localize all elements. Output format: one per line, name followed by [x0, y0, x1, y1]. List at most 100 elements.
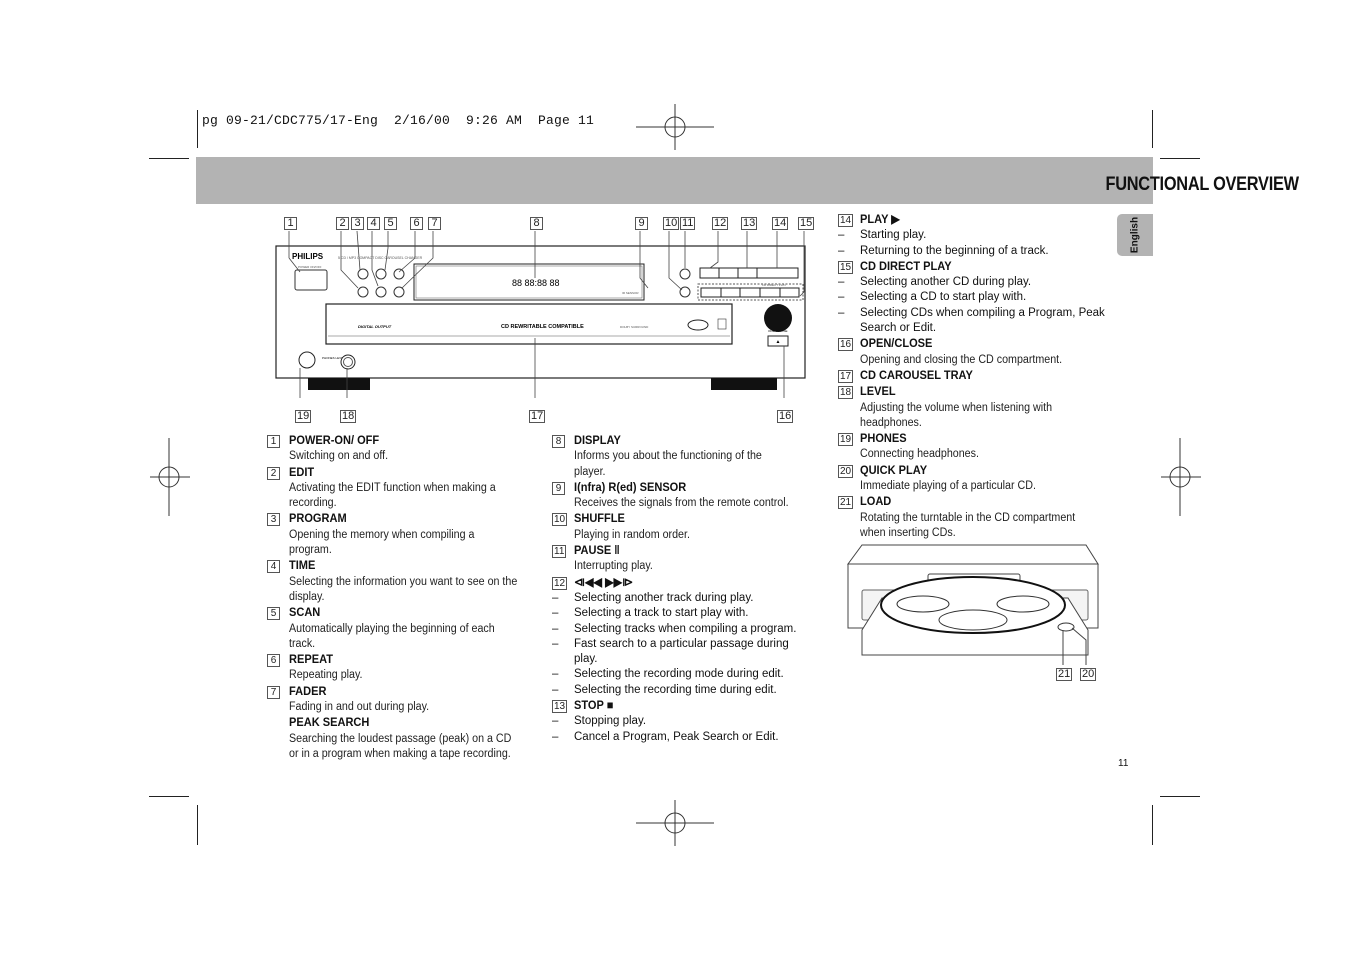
feature-number: 15 [838, 260, 854, 274]
feature-item: 15 CD DIRECT PLAY [838, 259, 1108, 275]
feature-title: PEAK SEARCH [289, 715, 370, 730]
feature-description: Repeating play. [289, 669, 363, 682]
feature-number: 10 [552, 513, 568, 527]
feature-title: CD CAROUSEL TRAY [860, 367, 973, 382]
registration-mark [150, 438, 190, 516]
power-button [294, 269, 328, 291]
feature-bullet: Selecting the recording time during edit… [552, 683, 812, 699]
feature-number: 11 [552, 545, 567, 559]
feature-title: PAUSE ‖ [574, 543, 620, 558]
device-foot-right [711, 378, 777, 390]
feature-title: I(nfra) R(ed) SENSOR [574, 479, 687, 494]
feature-description: Switching on and off. [289, 450, 389, 463]
feature-bullet: Selecting a CD to start play with. [838, 290, 1108, 306]
feature-number: 8 [552, 435, 565, 448]
description-column-1: 1 POWER-ON/ OFF Switching on and off. 2 EDIT… [267, 433, 535, 762]
pause-button [679, 268, 691, 280]
transport-buttons [699, 267, 799, 279]
feature-title: QUICK PLAY [860, 462, 928, 477]
feature-item: 6 REPEAT Repeating play. [267, 652, 535, 684]
feature-title: CD DIRECT PLAY [860, 258, 952, 273]
callout-number: 18 [340, 410, 357, 423]
feature-number: 19 [838, 433, 854, 447]
feature-title: PLAY ▶ [860, 212, 900, 226]
brand-logo: PHILIPS [292, 252, 324, 261]
ir-sensor-label: IR SENSOR [622, 291, 639, 295]
feature-title: SCAN [289, 605, 321, 620]
feature-item: 20 QUICK PLAY Immediate playing of a parti… [838, 463, 1108, 495]
feature-number: 20 [838, 464, 854, 478]
feature-item: 7 FADER Fading in and out during play. [267, 684, 535, 716]
feature-description: Connecting headphones. [860, 448, 979, 461]
disc-buttons [700, 287, 800, 298]
feature-title: DISPLAY [574, 433, 621, 447]
registration-mark [1161, 438, 1201, 516]
callout-number: 17 [529, 410, 546, 423]
logo-oval [687, 319, 709, 331]
feature-item: 21 LOAD Rotating the turntable in the CD c… [838, 494, 1108, 541]
unit-top [847, 544, 1099, 565]
feature-bullet: Returning to the beginning of a track. [838, 244, 1108, 260]
feature-number: 5 [267, 607, 280, 621]
feature-description: Interrupting play. [574, 560, 653, 573]
open-close-label: OPEN/CLOSE [768, 329, 788, 333]
feature-title: FADER [289, 683, 327, 698]
crop-mark [1160, 796, 1200, 797]
feature-bullet: Starting play. [838, 228, 1108, 244]
feature-item: 2 EDIT Activating the EDIT function when m… [267, 465, 535, 512]
feature-number: 16 [838, 338, 854, 352]
crop-mark [1160, 158, 1200, 159]
feature-number: 17 [838, 369, 854, 383]
feature-item: PEAK SEARCH Searching the loudest passage… [267, 715, 535, 762]
feature-item: 9 I(nfra) R(ed) SENSOR Receives the signal… [552, 480, 812, 512]
front-panel-diagram: PHILIPS 5 CD / MP3 COMPACT DISC CAROUSEL… [275, 230, 806, 398]
feature-number: 7 [267, 685, 280, 699]
feature-item: 11 PAUSE ‖ Interrupting play. [552, 543, 812, 575]
rewritable-badge [764, 304, 792, 332]
feature-bullet: Stopping play. [552, 714, 812, 730]
svg-text:▲: ▲ [776, 339, 781, 345]
feature-title: LEVEL [860, 384, 896, 399]
feature-title: STOP ■ [574, 698, 614, 713]
feature-bullet: Selecting another track during play. [552, 591, 812, 607]
power-label: POWER ON/OFF [298, 265, 322, 269]
feature-bullet: Selecting CDs when compiling a Program, … [838, 306, 1108, 337]
feature-item: 13 STOP ■ [552, 698, 812, 714]
fader-button [393, 286, 405, 298]
display-digits: 88 88:88 88 [512, 278, 560, 288]
feature-description: Informs you about the functioning of the… [574, 450, 762, 478]
feature-item: 1 POWER-ON/ OFF Switching on and off. [267, 433, 535, 465]
feature-title: ⧏◀◀ ▶▶⧐ [574, 574, 634, 589]
edit-button [357, 286, 369, 298]
feature-item: 10 SHUFFLE Playing in random order. [552, 511, 812, 543]
feature-number: 9 [552, 481, 565, 495]
feature-title: SHUFFLE [574, 511, 625, 526]
page-number: 11 [1118, 758, 1129, 769]
feature-item: 8 DISPLAY Informs you about the functionin… [552, 433, 812, 480]
print-slug: pg 09-21/CDC775/17-Eng 2/16/00 9:26 AM P… [202, 113, 595, 128]
feature-description: Receives the signals from the remote con… [574, 497, 789, 510]
feature-item: 3 PROGRAM Opening the memory when compilin… [267, 511, 535, 558]
callout-number: 21 [1056, 668, 1073, 681]
feature-item: 5 SCAN Automatically playing the beginning… [267, 605, 535, 652]
feature-description: Opening and closing the CD compartment. [860, 353, 1063, 366]
load-button [1057, 622, 1075, 632]
feature-title: REPEAT [289, 652, 333, 667]
callout-number: 19 [295, 410, 312, 423]
feature-description: Automatically playing the beginning of e… [289, 622, 495, 650]
registration-mark [636, 104, 714, 150]
feature-number: 2 [267, 466, 280, 480]
model-text: 5 CD / MP3 COMPACT DISC CAROUSEL CHANGER [338, 256, 423, 260]
crop-mark [197, 110, 198, 148]
feature-item: 19 PHONES Connecting headphones. [838, 431, 1108, 463]
feature-description: Searching the loudest passage (peak) on … [289, 732, 512, 760]
digital-output-label: DIGITAL OUTPUT [358, 324, 392, 329]
feature-number: 18 [838, 386, 854, 400]
feature-bullet: Selecting tracks when compiling a progra… [552, 622, 812, 638]
feature-title: EDIT [289, 464, 315, 479]
device-foot-left [308, 378, 370, 390]
scan-button [375, 268, 387, 280]
description-column-3: 14 PLAY ▶ Starting play.Returning to the b… [838, 212, 1108, 541]
time-button [375, 286, 387, 298]
feature-bullet: Selecting a track to start play with. [552, 606, 812, 622]
